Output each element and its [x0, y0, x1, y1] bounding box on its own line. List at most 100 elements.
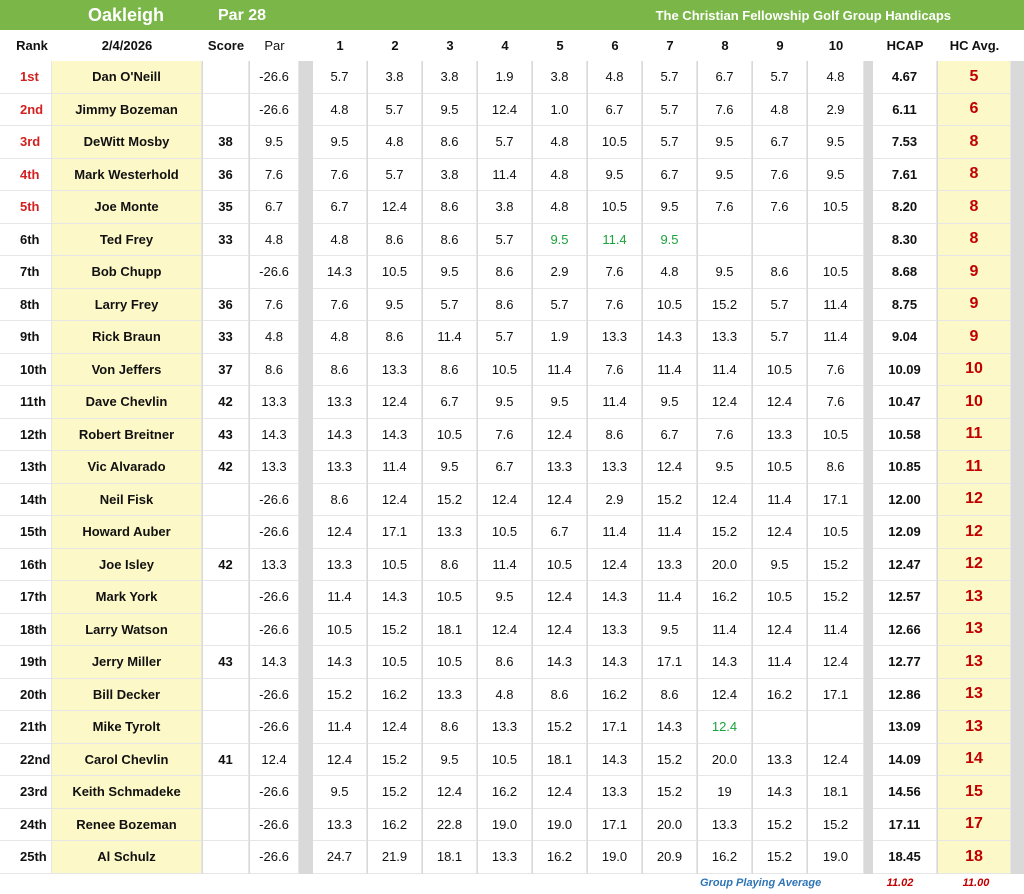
round-value-8: 9.5 [698, 126, 752, 159]
par-cell: -26.6 [250, 841, 299, 874]
round-value-3: 10.5 [423, 418, 477, 451]
course-par: Par 28 [218, 7, 267, 24]
hc-avg-cell: 11 [938, 451, 1011, 484]
par-cell: -26.6 [250, 581, 299, 614]
par-cell: -26.6 [250, 776, 299, 809]
round-value-9: 10.5 [753, 581, 807, 614]
round-value-9: 14.3 [753, 776, 807, 809]
par-cell: -26.6 [250, 483, 299, 516]
round-value-10: 10.5 [808, 418, 864, 451]
par-cell: 7.6 [250, 158, 299, 191]
round-value-2: 8.6 [368, 321, 422, 354]
round-value-1: 14.3 [313, 256, 367, 289]
round-value-10 [808, 223, 864, 256]
hc-avg-cell: 13 [938, 646, 1011, 679]
round-value-6: 13.3 [588, 776, 642, 809]
round-value-3: 6.7 [423, 386, 477, 419]
round-value-1: 9.5 [313, 126, 367, 159]
score-cell [203, 581, 249, 614]
rank-cell: 22nd [0, 743, 52, 776]
round-value-1: 7.6 [313, 158, 367, 191]
round-value-1: 4.8 [313, 223, 367, 256]
rank-cell: 21th [0, 711, 52, 744]
table-row: 22nd Carol Chevlin 41 12.4 12.4 15.2 9.5 10.5 18… [0, 743, 1024, 776]
round-value-9: 16.2 [753, 678, 807, 711]
hc-avg-cell: 15 [938, 776, 1011, 809]
hcap-cell: 18.45 [873, 841, 937, 874]
header-round-7: 7 [666, 38, 674, 53]
round-value-4: 13.3 [478, 841, 532, 874]
table-row: 5th Joe Monte 35 6.7 6.7 12.4 8.6 3.8 4.8 10.5 9.5… [0, 191, 1024, 224]
round-value-2: 16.2 [368, 678, 422, 711]
hcap-cell: 10.58 [873, 418, 937, 451]
header-score: Score [207, 38, 245, 53]
round-value-9 [753, 711, 807, 744]
player-name: Jimmy Bozeman [52, 93, 202, 126]
round-value-9: 12.4 [753, 613, 807, 646]
par-cell: -26.6 [250, 808, 299, 841]
hc-avg-cell: 13 [938, 581, 1011, 614]
player-name: Rick Braun [52, 321, 202, 354]
round-value-9: 10.5 [753, 451, 807, 484]
round-value-3: 5.7 [423, 288, 477, 321]
round-value-2: 8.6 [368, 223, 422, 256]
round-value-10: 11.4 [808, 288, 864, 321]
round-value-8: 16.2 [698, 581, 752, 614]
rank-cell: 25th [0, 841, 52, 874]
table-header: Rank 2/4/2026 Score Par 1 2 3 4 5 6 7 8 9 10 HCAP HC Av… [0, 31, 1024, 61]
round-value-9: 11.4 [753, 646, 807, 679]
round-value-2: 4.8 [368, 126, 422, 159]
round-value-9: 15.2 [753, 808, 807, 841]
hc-avg-cell: 11 [938, 418, 1011, 451]
round-value-5: 3.8 [533, 61, 587, 94]
round-value-5: 1.9 [533, 321, 587, 354]
round-value-6: 17.1 [588, 808, 642, 841]
round-value-7: 5.7 [643, 61, 697, 94]
round-value-5: 11.4 [533, 353, 587, 386]
round-value-3: 13.3 [423, 516, 477, 549]
score-cell: 35 [203, 191, 249, 224]
header-date: 2/4/2026 [101, 38, 153, 53]
handicap-table: 1st Dan O'Neill -26.6 5.7 3.8 3.8 1.9 3.8 4.8 5.7… [0, 61, 1024, 874]
round-value-7: 10.5 [643, 288, 697, 321]
score-cell: 36 [203, 158, 249, 191]
round-value-7: 12.4 [643, 451, 697, 484]
score-cell: 38 [203, 126, 249, 159]
round-value-4: 6.7 [478, 451, 532, 484]
round-value-1: 10.5 [313, 613, 367, 646]
group-hcap-average: 11.02 [886, 877, 914, 889]
hcap-cell: 10.09 [873, 353, 937, 386]
header-round-4: 4 [501, 38, 509, 53]
round-value-8: 13.3 [698, 321, 752, 354]
round-value-9: 11.4 [753, 483, 807, 516]
round-value-2: 17.1 [368, 516, 422, 549]
player-name: Ted Frey [52, 223, 202, 256]
hcap-cell: 10.85 [873, 451, 937, 484]
hc-avg-cell: 13 [938, 613, 1011, 646]
round-value-5: 12.4 [533, 613, 587, 646]
player-name: DeWitt Mosby [52, 126, 202, 159]
round-value-5: 1.0 [533, 93, 587, 126]
round-value-6: 12.4 [588, 548, 642, 581]
round-value-3: 8.6 [423, 191, 477, 224]
round-value-1: 15.2 [313, 678, 367, 711]
player-name: Neil Fisk [52, 483, 202, 516]
round-value-4: 12.4 [478, 613, 532, 646]
rank-cell: 20th [0, 678, 52, 711]
round-value-8 [698, 223, 752, 256]
hcap-cell: 14.09 [873, 743, 937, 776]
round-value-3: 8.6 [423, 126, 477, 159]
hc-avg-cell: 14 [938, 743, 1011, 776]
par-cell: 13.3 [250, 548, 299, 581]
player-name: Dave Chevlin [52, 386, 202, 419]
table-row: 15th Howard Auber -26.6 12.4 17.1 13.3 10.5 6.7… [0, 516, 1024, 549]
hcap-cell: 8.30 [873, 223, 937, 256]
round-value-1: 24.7 [313, 841, 367, 874]
rank-cell: 18th [0, 613, 52, 646]
round-value-10: 10.5 [808, 516, 864, 549]
round-value-5: 12.4 [533, 776, 587, 809]
round-value-10: 17.1 [808, 483, 864, 516]
group-hcavg-average: 11.00 [962, 877, 990, 889]
round-value-8: 9.5 [698, 158, 752, 191]
round-value-4: 4.8 [478, 678, 532, 711]
